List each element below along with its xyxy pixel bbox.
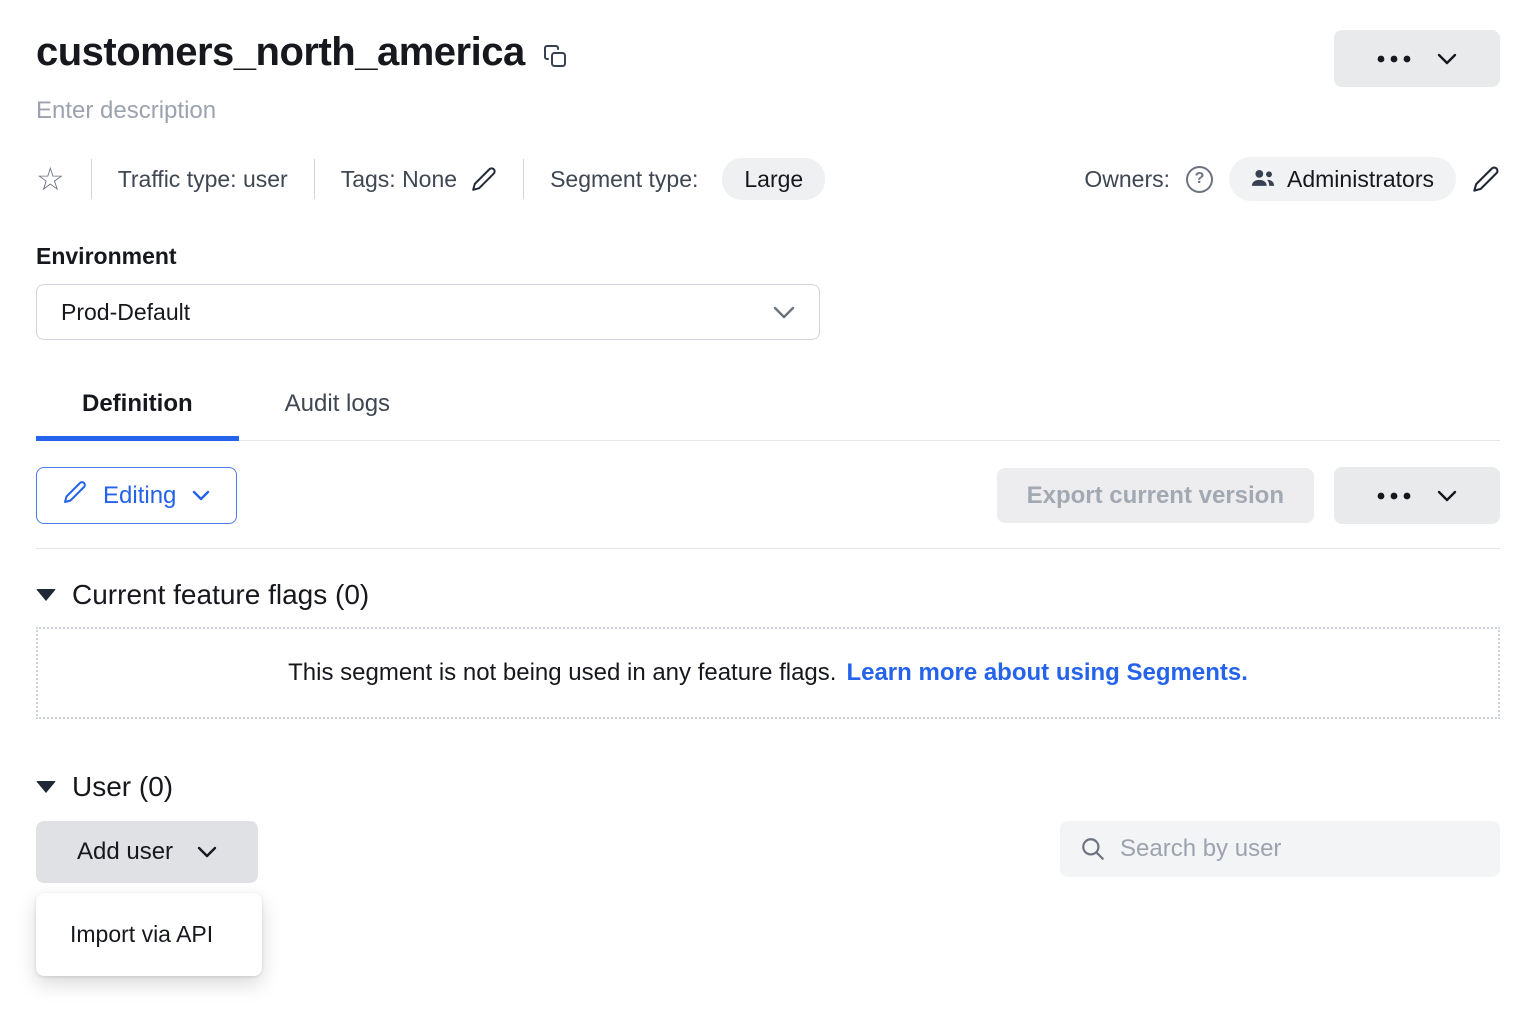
edit-tags-pencil-icon[interactable] bbox=[471, 166, 497, 192]
feature-flags-heading[interactable]: Current feature flags (0) bbox=[36, 579, 1500, 611]
segment-type-label: Segment type: bbox=[550, 166, 698, 193]
description-placeholder[interactable]: Enter description bbox=[36, 97, 1500, 125]
header-overflow-button[interactable] bbox=[1334, 30, 1500, 87]
feature-flags-empty-state: This segment is not being used in any fe… bbox=[36, 627, 1500, 719]
segment-type-badge: Large bbox=[722, 158, 825, 200]
learn-more-link[interactable]: Learn more about using Segments. bbox=[846, 659, 1247, 687]
collapse-triangle-icon bbox=[36, 781, 56, 793]
help-icon[interactable]: ? bbox=[1186, 166, 1213, 193]
add-user-dropdown-menu: Import via API bbox=[36, 893, 262, 976]
owners-value: Administrators bbox=[1287, 166, 1434, 193]
chevron-down-icon bbox=[1437, 490, 1457, 502]
chevron-down-icon bbox=[773, 306, 795, 319]
search-box bbox=[1060, 821, 1500, 877]
toolbar-right: Export current version bbox=[997, 467, 1500, 524]
menu-item-import-via-api[interactable]: Import via API bbox=[36, 903, 262, 966]
copy-icon[interactable] bbox=[543, 42, 567, 70]
search-icon bbox=[1080, 836, 1106, 862]
traffic-type-label: Traffic type: user bbox=[118, 166, 288, 193]
owners-pill[interactable]: Administrators bbox=[1229, 157, 1456, 201]
add-user-button[interactable]: Add user bbox=[36, 821, 258, 883]
user-section-title: User (0) bbox=[72, 771, 173, 803]
collapse-triangle-icon bbox=[36, 589, 56, 601]
toolbar-overflow-button[interactable] bbox=[1334, 467, 1500, 524]
tab-definition[interactable]: Definition bbox=[36, 376, 239, 440]
meta-row: ☆ Traffic type: user Tags: None Segment … bbox=[36, 157, 1500, 201]
header: customers_north_america bbox=[36, 30, 1500, 87]
divider bbox=[91, 159, 92, 199]
ellipsis-icon bbox=[1377, 492, 1411, 500]
divider bbox=[523, 159, 524, 199]
title-wrap: customers_north_america bbox=[36, 30, 567, 75]
add-user-label: Add user bbox=[77, 838, 173, 866]
tab-audit-logs[interactable]: Audit logs bbox=[239, 376, 436, 440]
export-current-version-button[interactable]: Export current version bbox=[997, 468, 1314, 523]
segment-page: customers_north_america Enter descriptio… bbox=[0, 30, 1536, 883]
tags-label: Tags: None bbox=[341, 166, 457, 193]
pencil-icon bbox=[63, 480, 87, 511]
tab-bar: Definition Audit logs bbox=[36, 376, 1500, 441]
editing-button[interactable]: Editing bbox=[36, 467, 237, 524]
user-section-heading[interactable]: User (0) bbox=[36, 771, 1500, 803]
environment-select[interactable]: Prod-Default bbox=[36, 284, 820, 340]
people-icon bbox=[1251, 166, 1275, 193]
chevron-down-icon bbox=[197, 846, 217, 858]
search-by-user-input[interactable] bbox=[1120, 835, 1480, 863]
environment-selected-value: Prod-Default bbox=[61, 299, 190, 326]
owners-label: Owners: bbox=[1084, 166, 1170, 193]
empty-state-text: This segment is not being used in any fe… bbox=[288, 659, 836, 687]
divider bbox=[314, 159, 315, 199]
editing-label: Editing bbox=[103, 482, 176, 510]
page-title: customers_north_america bbox=[36, 30, 525, 75]
environment-label: Environment bbox=[36, 243, 1500, 270]
chevron-down-icon bbox=[192, 490, 210, 501]
feature-flags-title: Current feature flags (0) bbox=[72, 579, 369, 611]
tags-group: Tags: None bbox=[341, 166, 497, 193]
chevron-down-icon bbox=[1437, 53, 1457, 65]
owners-group: Owners: ? Administrators bbox=[1084, 157, 1500, 201]
divider bbox=[36, 548, 1500, 549]
edit-owners-pencil-icon[interactable] bbox=[1472, 165, 1500, 193]
toolbar: Editing Export current version bbox=[36, 467, 1500, 524]
user-actions-row: Add user Import via API bbox=[36, 821, 1500, 883]
ellipsis-icon bbox=[1377, 55, 1411, 63]
segment-type-group: Segment type: Large bbox=[550, 158, 825, 200]
favorite-star-icon[interactable]: ☆ bbox=[36, 163, 65, 195]
